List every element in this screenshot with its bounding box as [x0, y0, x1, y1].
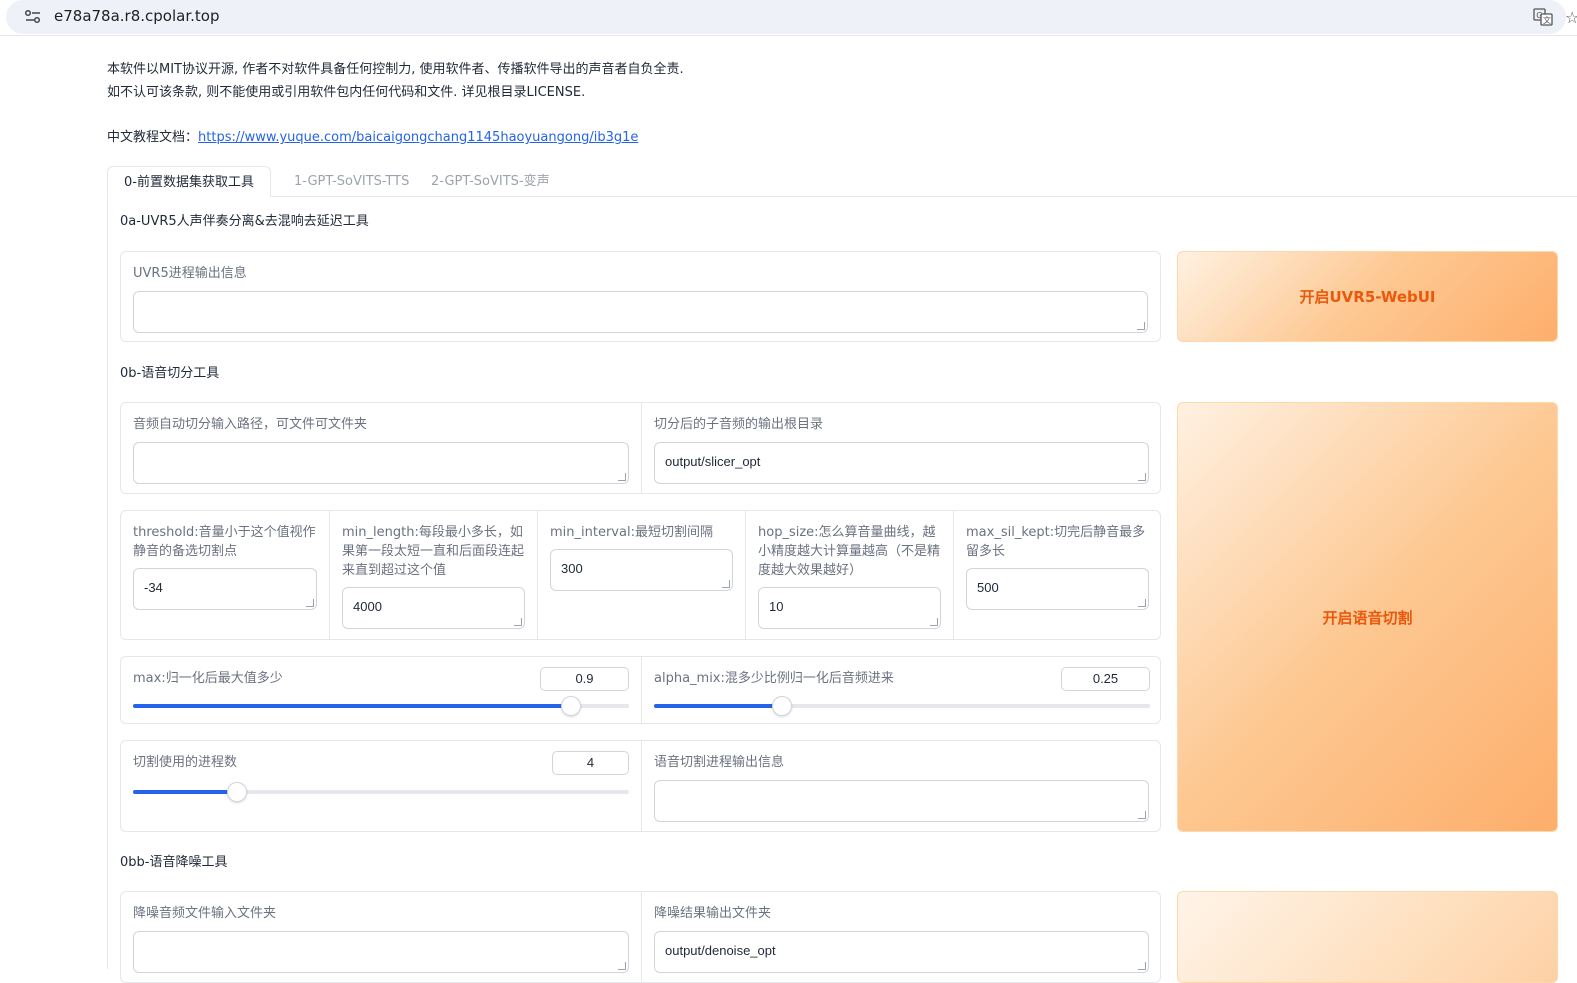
param-min-length-cell: min_length:每段最小多长，如果第一段太短一直和后面段连起来直到超过这个…: [329, 511, 537, 639]
param-hop-size-label: hop_size:怎么算音量曲线，越小精度越大计算量越高（不是精度越大效果越好）: [758, 525, 941, 578]
param-threshold-label: threshold:音量小于这个值视作静音的备选切割点: [133, 525, 316, 559]
slicer-log-cell: 语音切割进程输出信息: [641, 741, 1161, 831]
doc-link[interactable]: https://www.yuque.com/baicaigongchang114…: [198, 130, 638, 145]
max-slider-fill: [133, 704, 572, 708]
param-hop-size-cell: hop_size:怎么算音量曲线，越小精度越大计算量越高（不是精度越大效果越好）…: [745, 511, 953, 639]
slicer-params-panel: threshold:音量小于这个值视作静音的备选切割点 -34 min_leng…: [120, 510, 1161, 640]
alpha-number-input[interactable]: 0.25: [1061, 667, 1150, 691]
param-threshold-input[interactable]: -34: [133, 568, 317, 610]
slicer-input-path-field[interactable]: [133, 442, 629, 484]
denoise-paths-panel: 降噪音频文件输入文件夹 降噪结果输出文件夹 output/denoise_opt: [120, 891, 1161, 983]
slicer-log-label: 语音切割进程输出信息: [654, 755, 785, 770]
param-hop-size-input[interactable]: 10: [758, 587, 941, 629]
param-min-interval-input[interactable]: 300: [550, 549, 733, 591]
license-line-2: 如不认可该条款, 则不能使用或引用软件包内任何代码和文件. 详见根目录LICEN…: [107, 85, 586, 100]
param-threshold-cell: threshold:音量小于这个值视作静音的备选切割点 -34: [121, 511, 329, 639]
param-max-sil-kept-input[interactable]: 500: [966, 568, 1149, 610]
uvr5-output-label: UVR5进程输出信息: [133, 266, 247, 281]
uvr5-output-panel: UVR5进程输出信息: [120, 251, 1161, 342]
slicer-input-cell: 音频自动切分输入路径，可文件可文件夹: [121, 403, 641, 493]
uvr5-section-title: 0a-UVR5人声伴奏分离&去混响去延迟工具: [120, 214, 369, 229]
param-min-length-label: min_length:每段最小多长，如果第一段太短一直和后面段连起来直到超过这个…: [342, 525, 525, 578]
uvr5-output-textarea[interactable]: [133, 291, 1148, 333]
procs-slider-thumb[interactable]: [227, 782, 248, 802]
alpha-slider-cell: alpha_mix:混多少比例归一化后音频进来 0.25: [641, 657, 1161, 723]
slicer-log-textarea[interactable]: [654, 780, 1149, 822]
slicer-sliders-panel: max:归一化后最大值多少 0.9 alpha_mix:混多少比例归一化后音频进…: [120, 656, 1161, 724]
denoise-section-title: 0bb-语音降噪工具: [120, 855, 228, 870]
param-max-sil-kept-label: max_sil_kept:切完后静音最多留多长: [966, 525, 1146, 559]
param-min-interval-cell: min_interval:最短切割间隔 300: [537, 511, 745, 639]
start-slicer-button[interactable]: 开启语音切割: [1177, 402, 1558, 832]
max-slider-cell: max:归一化后最大值多少 0.9: [121, 657, 641, 723]
alpha-slider-thumb[interactable]: [772, 696, 793, 716]
tab-tts[interactable]: 1-GPT-SoVITS-TTS: [278, 166, 425, 197]
slicer-output-cell: 切分后的子音频的输出根目录 output/slicer_opt: [641, 403, 1161, 493]
procs-slider-track[interactable]: [133, 782, 629, 802]
slicer-section-title: 0b-语音切分工具: [120, 366, 220, 381]
doc-label: 中文教程文档：: [107, 130, 199, 145]
procs-slider-fill: [133, 790, 238, 794]
tab-panel-border: [107, 197, 108, 969]
denoise-output-field[interactable]: output/denoise_opt: [654, 931, 1149, 973]
tab-dataset-tools[interactable]: 0-前置数据集获取工具: [107, 166, 271, 197]
max-number-input[interactable]: 0.9: [540, 667, 629, 691]
license-line-1: 本软件以MIT协议开源, 作者不对软件具备任何控制力, 使用软件者、传播软件导出…: [107, 62, 684, 77]
param-max-sil-kept-cell: max_sil_kept:切完后静音最多留多长 500: [953, 511, 1161, 639]
start-denoise-button[interactable]: [1177, 891, 1558, 983]
param-min-interval-label: min_interval:最短切割间隔: [550, 525, 713, 540]
slicer-output-dir-field[interactable]: output/slicer_opt: [654, 442, 1149, 484]
doc-line: 中文教程文档：https://www.yuque.com/baicaigongc…: [107, 126, 638, 145]
max-slider-track[interactable]: [133, 696, 629, 716]
tab-voice-change[interactable]: 2-GPT-SoVITS-变声: [415, 166, 566, 197]
open-uvr5-button[interactable]: 开启UVR5-WebUI: [1177, 251, 1558, 342]
denoise-input-label: 降噪音频文件输入文件夹: [133, 906, 277, 921]
max-slider-thumb[interactable]: [561, 696, 582, 716]
denoise-input-field[interactable]: [133, 931, 629, 973]
slicer-input-label: 音频自动切分输入路径，可文件可文件夹: [133, 417, 368, 432]
slicer-paths-panel: 音频自动切分输入路径，可文件可文件夹 切分后的子音频的输出根目录 output/…: [120, 402, 1161, 494]
tab-bar: 0-前置数据集获取工具 1-GPT-SoVITS-TTS 2-GPT-SoVIT…: [107, 166, 1577, 197]
alpha-slider-fill: [654, 704, 783, 708]
alpha-slider-track[interactable]: [654, 696, 1150, 716]
procs-slider-label: 切割使用的进程数: [133, 755, 238, 770]
denoise-output-label: 降噪结果输出文件夹: [654, 906, 772, 921]
page-content: 本软件以MIT协议开源, 作者不对软件具备任何控制力, 使用软件者、传播软件导出…: [0, 0, 1577, 983]
alpha-slider-label: alpha_mix:混多少比例归一化后音频进来: [654, 671, 894, 686]
slicer-procs-panel: 切割使用的进程数 4 语音切割进程输出信息: [120, 740, 1161, 832]
procs-slider-cell: 切割使用的进程数 4: [121, 741, 641, 831]
max-slider-label: max:归一化后最大值多少: [133, 671, 283, 686]
param-min-length-input[interactable]: 4000: [342, 587, 525, 629]
slicer-output-label: 切分后的子音频的输出根目录: [654, 417, 824, 432]
procs-number-input[interactable]: 4: [552, 751, 629, 775]
